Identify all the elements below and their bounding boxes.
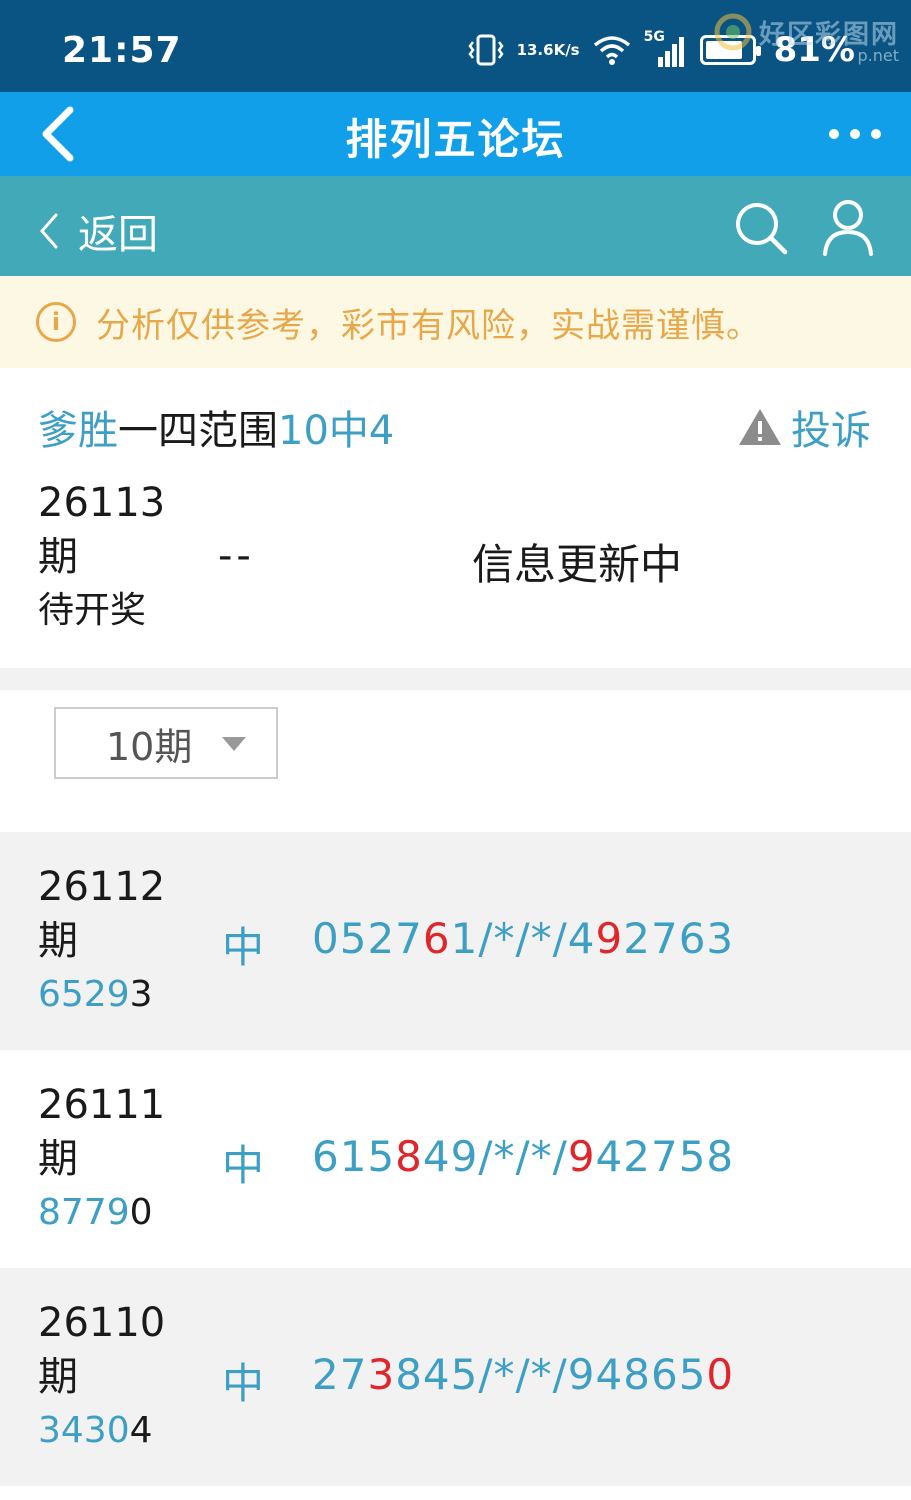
watermark-url: p.net <box>857 46 900 65</box>
current-issue-suffix: 期 <box>38 534 78 580</box>
net-speed-value: 13.6 <box>516 40 554 59</box>
row-issue-suffix: 期 <box>38 1136 78 1182</box>
current-hit-placeholder: -- <box>218 533 255 579</box>
pred-seg-hit: 9 <box>595 914 624 963</box>
warning-icon <box>739 409 781 445</box>
row-hit-label: 中 <box>222 923 265 972</box>
row-draw-number: 65293 <box>38 968 165 1022</box>
pred-seg-hit: 6 <box>422 914 451 963</box>
row-hit-label: 中 <box>222 1359 265 1408</box>
pred-seg: 42758 <box>595 1132 735 1181</box>
pred-seg: 845/*/*/94865 <box>395 1350 707 1399</box>
post-title: 爹胜一四范围10中4 <box>38 398 394 456</box>
row-issue: 26111 期 87790 <box>38 1078 165 1240</box>
row-issue-number: 26110 <box>38 1300 166 1346</box>
more-dot-icon <box>871 129 881 139</box>
page-title: 排列五论坛 <box>345 115 566 164</box>
more-menu-button[interactable] <box>829 120 881 148</box>
user-button[interactable] <box>821 198 875 256</box>
section-divider <box>0 668 911 690</box>
list-item: 26110 期 34304 中 273845/*/*/948650 <box>0 1268 911 1486</box>
post-author[interactable]: 爹胜 <box>38 408 118 454</box>
current-issue: 26113 期 待开奖 <box>38 476 165 638</box>
search-button[interactable] <box>733 200 789 256</box>
row-draw-hit: 3430 <box>38 1410 130 1451</box>
app-titlebar: 排列五论坛 <box>0 92 911 176</box>
notice-text: 分析仅供参考，彩市有风险，实战需谨慎。 <box>96 305 761 346</box>
row-draw-number: 87790 <box>38 1186 165 1240</box>
row-draw-rest: 3 <box>129 974 153 1015</box>
row-prediction: 615849/*/*/942758 <box>312 1132 734 1181</box>
row-issue: 26112 期 65293 <box>38 860 165 1022</box>
period-select-value: 10期 <box>106 724 193 769</box>
pred-seg-hit: 8 <box>395 1132 423 1181</box>
filter-area: 10期 <box>0 690 911 832</box>
row-issue-suffix: 期 <box>38 1354 78 1400</box>
chevron-left-icon <box>40 213 58 249</box>
caret-down-icon <box>222 737 246 751</box>
watermark-logo-icon <box>714 13 752 51</box>
pred-seg: 0527 <box>312 914 423 963</box>
post-header: 爹胜一四范围10中4 投诉 26113 期 待开奖 -- 信息更新中 <box>0 368 911 668</box>
signal-icon: 5G <box>644 29 688 67</box>
sub-navigation: 返回 <box>0 176 911 276</box>
vibrate-icon <box>467 34 505 66</box>
pred-seg: 615 <box>312 1132 396 1181</box>
post-topic: 一四范围 <box>118 408 278 454</box>
net-speed-unit: K/s <box>553 40 580 59</box>
search-icon <box>736 203 788 255</box>
pred-seg: 49/*/*/ <box>422 1132 568 1181</box>
pred-seg: 1/*/*/4 <box>450 914 596 963</box>
row-prediction: 052761/*/*/492763 <box>312 914 734 963</box>
user-icon <box>823 200 873 256</box>
row-draw-hit: 6529 <box>38 974 130 1015</box>
row-draw-rest: 0 <box>129 1192 153 1233</box>
pred-seg-hit: 9 <box>567 1132 596 1181</box>
status-bar: 21:57 13.6 K/s 5G 81% 好区彩图网 p.net <box>0 0 911 92</box>
report-button[interactable]: 投诉 <box>737 398 871 456</box>
back-label: 返回 <box>78 212 158 258</box>
pred-seg: 27 <box>312 1350 368 1399</box>
row-issue-number: 26112 <box>38 864 166 910</box>
current-status: 信息更新中 <box>472 540 683 589</box>
list-item: 26112 期 65293 中 052761/*/*/492763 <box>0 832 911 1050</box>
row-draw-rest: 4 <box>129 1410 153 1451</box>
back-button[interactable]: 返回 <box>38 202 158 260</box>
net-speed: 13.6 K/s <box>516 40 580 59</box>
pred-seg-hit: 0 <box>706 1350 735 1399</box>
current-issue-number: 26113 <box>38 480 166 526</box>
more-dot-icon <box>829 129 839 139</box>
row-prediction: 273845/*/*/948650 <box>312 1350 734 1399</box>
more-dot-icon <box>850 129 860 139</box>
post-record: 10中4 <box>278 408 395 454</box>
row-issue: 26110 期 34304 <box>38 1296 165 1458</box>
row-issue-suffix: 期 <box>38 918 78 964</box>
pred-seg-hit: 3 <box>367 1350 396 1399</box>
period-select[interactable]: 10期 <box>54 707 278 779</box>
pred-seg: 2763 <box>623 914 735 963</box>
wifi-icon <box>592 34 632 66</box>
report-label: 投诉 <box>791 408 871 454</box>
risk-notice: i 分析仅供参考，彩市有风险，实战需谨慎。 <box>0 276 911 368</box>
status-time: 21:57 <box>62 30 182 71</box>
row-draw-number: 34304 <box>38 1404 165 1458</box>
history-list: 26112 期 65293 中 052761/*/*/492763 26111 … <box>0 832 911 1486</box>
row-issue-number: 26111 <box>38 1082 166 1128</box>
row-hit-label: 中 <box>222 1141 265 1190</box>
list-item: 26111 期 87790 中 615849/*/*/942758 <box>0 1050 911 1268</box>
current-issue-state: 待开奖 <box>38 590 147 631</box>
network-type: 5G <box>643 29 665 45</box>
watermark-text: 好区彩图网 <box>758 19 899 50</box>
row-draw-hit: 8779 <box>38 1192 130 1233</box>
info-icon: i <box>36 302 76 342</box>
